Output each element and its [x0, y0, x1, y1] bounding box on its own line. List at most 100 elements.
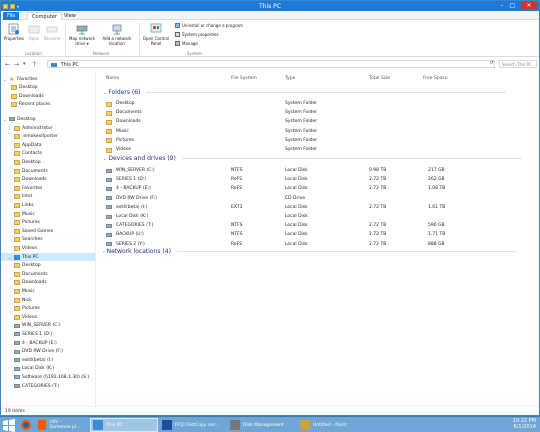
folder-item[interactable]: Contacts [1, 150, 95, 158]
column-free-space[interactable]: Free Space [423, 76, 448, 81]
drive-row[interactable]: DVD RW Drive (F:) CD Drive [98, 195, 538, 203]
start-button[interactable] [2, 418, 16, 432]
properties-button[interactable]: Properties [3, 23, 25, 41]
this-pc-item[interactable]: ⌄ This PC [1, 253, 95, 261]
drive-item[interactable]: ext4(beta) (I:) [1, 356, 95, 364]
open-button[interactable]: Open [27, 23, 41, 41]
taskbar-button[interactable]: This PC [90, 418, 158, 432]
folder-item[interactable]: Searches [1, 236, 95, 244]
cell-fs: ReFS [231, 241, 243, 247]
group-header-folders[interactable]: ⌄ Folders (6) [103, 89, 507, 96]
chevron-down-icon[interactable]: ⌄ [8, 126, 12, 131]
folder-item[interactable]: Music [1, 210, 95, 218]
recent-locations-button[interactable]: ▾ [23, 61, 26, 67]
add-network-location-button[interactable]: Add a network location [98, 23, 136, 46]
cell-name: Local Disk (K:) [116, 214, 149, 219]
folder-item[interactable]: Music [1, 287, 95, 295]
folder-item[interactable]: AppData [1, 141, 95, 149]
cell-type: System Folder [285, 137, 318, 143]
back-button[interactable]: ← [5, 61, 10, 68]
drive-item[interactable]: Software (\\192.168.1.30) (S:) [1, 373, 95, 381]
drive-row[interactable]: WIN_SERVER (C:) NTFS Local Disk 0.98 TB 217 … [98, 167, 538, 175]
close-button[interactable]: ✕ [521, 2, 537, 9]
cell-fs: NTFS [231, 168, 243, 173]
tab-computer[interactable]: Computer [27, 12, 62, 20]
drive-row[interactable]: CATEGORIES (T:) NTFS Local Disk 2.72 TB 590 … [98, 222, 538, 230]
firefox-icon[interactable] [20, 419, 32, 431]
drive-item[interactable]: CATEGORIES (T:) [1, 382, 95, 390]
folder-row[interactable]: Desktop System Folder [98, 100, 538, 108]
clock[interactable]: 10:22 PM 6/1/2014 [513, 418, 536, 430]
drive-row[interactable]: 4 - BACKUP (E:) ReFS Local Disk 2.72 TB 1.08… [98, 185, 538, 193]
search-input[interactable]: Search This PC [499, 60, 537, 68]
folder-item[interactable]: Links [1, 201, 95, 209]
folder-item[interactable]: Videos [1, 313, 95, 321]
folder-item[interactable]: Pictures [1, 219, 95, 227]
administrator-item[interactable]: ⌄ Administrator [1, 124, 95, 132]
address-bar[interactable]: This PC [47, 60, 495, 68]
manage-button[interactable]: Manage [175, 41, 198, 46]
drive-row[interactable]: BACKUP (U:) NTFS Local Disk 1.72 TB 1.71 TB [98, 231, 538, 239]
folder-item[interactable]: Nick [1, 296, 95, 304]
drive-row[interactable]: ext4(beta) (I:) EXT3 Local Disk 2.72 TB 1.61… [98, 204, 538, 212]
favorite-item[interactable]: Recent places [1, 101, 95, 109]
drive-item[interactable]: DVD RW Drive (F:) [1, 348, 95, 356]
favorite-item[interactable]: Downloads [1, 92, 95, 100]
system-properties-button[interactable]: System properties [175, 32, 219, 37]
drive-item[interactable]: 4 - BACKUP (E:) [1, 339, 95, 347]
folder-row[interactable]: Videos System Folder [98, 146, 538, 154]
nav-item-label: Videos [22, 245, 37, 251]
drive-row[interactable]: SERIES 1 (D:) ReFS Local Disk 2.72 TB 262 GB [98, 176, 538, 184]
uninstall-program-button[interactable]: Uninstall or change a program [175, 23, 243, 28]
folder-item[interactable]: Documents [1, 270, 95, 278]
column-type[interactable]: Type [285, 76, 295, 81]
folder-row[interactable]: Downloads System Folder [98, 118, 538, 126]
minimize-button[interactable]: – [500, 2, 503, 9]
drive-icon [14, 341, 20, 345]
group-header-network[interactable]: › Network locations (4) [103, 248, 517, 255]
folder-row[interactable]: Pictures System Folder [98, 137, 538, 145]
folder-item[interactable]: .emokexifporter [1, 133, 95, 141]
cell-total: 2.72 TB [369, 204, 387, 210]
group-header-devices[interactable]: ⌄ Devices and drives (9) [103, 155, 522, 162]
tab-view[interactable]: View [60, 12, 80, 20]
drive-item[interactable]: WIN_SERVER (C:) [1, 322, 95, 330]
taskbar-button[interactable]: [FQ] FastCopy ver... [160, 418, 226, 432]
open-control-panel-button[interactable]: Open Control Panel [141, 23, 171, 46]
desktop-item[interactable]: ⌄ Desktop [1, 115, 95, 123]
favorites-item[interactable]: ⌄ ★ Favorites [1, 75, 95, 83]
taskbar-button[interactable]: rdfs - Someone.pl... [36, 418, 88, 432]
folder-item[interactable]: Documents [1, 167, 95, 175]
taskbar-button[interactable]: Disk Management [228, 418, 296, 432]
maximize-button[interactable]: □ [509, 2, 515, 9]
drive-item[interactable]: Local Disk (K:) [1, 365, 95, 373]
folder-item[interactable]: Saved Games [1, 227, 95, 235]
drive-row[interactable]: SERIES 2 (Y:) ReFS Local Disk 2.72 TB 888 GB [98, 241, 538, 249]
folder-item[interactable]: Downloads [1, 279, 95, 287]
folder-row[interactable]: Music System Folder [98, 128, 538, 136]
folder-item[interactable]: Pictures [1, 305, 95, 313]
chevron-down-icon[interactable]: ⌄ [8, 255, 12, 260]
chevron-down-icon[interactable]: ⌄ [3, 117, 7, 122]
taskbar-button[interactable]: Untitled - Paint [298, 418, 366, 432]
drive-item[interactable]: SERIES 1 (D:) [1, 330, 95, 338]
column-total-size[interactable]: Total Size [369, 76, 390, 81]
folder-item[interactable]: Desktop [1, 262, 95, 270]
column-file-system[interactable]: File System [231, 76, 257, 81]
up-button[interactable]: ↑ [32, 61, 37, 68]
chevron-down-icon[interactable]: ⌄ [3, 77, 7, 82]
column-name[interactable]: Name [106, 76, 119, 81]
folder-item[interactable]: Downloads [1, 176, 95, 184]
forward-button[interactable]: → [14, 61, 19, 68]
folder-item[interactable]: Desktop [1, 158, 95, 166]
tab-file[interactable]: File [3, 12, 20, 20]
map-network-drive-button[interactable]: Map network drive ▾ [68, 23, 96, 46]
folder-item[interactable]: Intel [1, 193, 95, 201]
folder-item[interactable]: Videos [1, 244, 95, 252]
drive-row[interactable]: Local Disk (K:) Local Disk [98, 213, 538, 221]
refresh-button[interactable]: ⟳ [490, 60, 494, 66]
folder-item[interactable]: Favorites [1, 184, 95, 192]
rename-button[interactable]: Rename [43, 23, 61, 41]
folder-row[interactable]: Documents System Folder [98, 109, 538, 117]
favorite-item[interactable]: Desktop [1, 84, 95, 92]
